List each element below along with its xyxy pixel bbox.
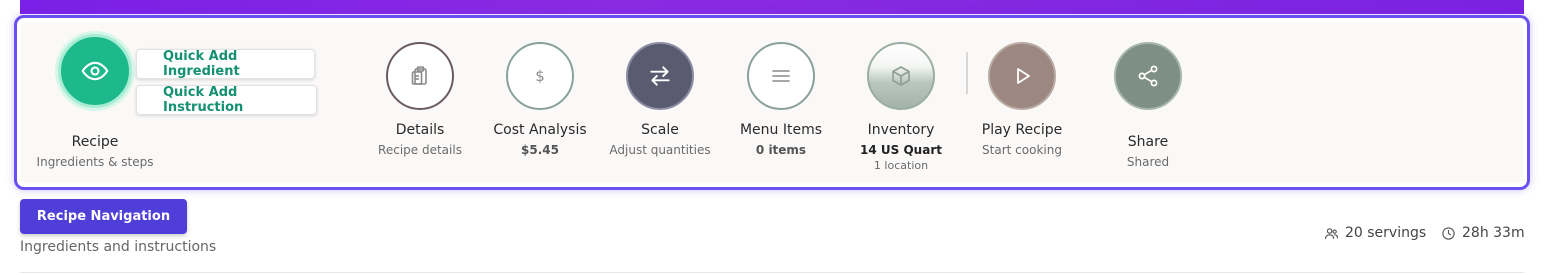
recipe-navigation-button[interactable]: Recipe Navigation (20, 199, 187, 234)
menu-items-count: 0 items (755, 143, 807, 157)
clock-icon (1442, 226, 1455, 240)
play-recipe-button[interactable] (988, 42, 1056, 110)
share-sub: Shared (1126, 155, 1170, 169)
play-icon (1017, 68, 1030, 84)
cost-analysis-label: Cost Analysis (493, 122, 587, 138)
time-text: 28h 33m (1462, 225, 1525, 241)
recipe-sub: Ingredients & steps (36, 155, 154, 169)
time-info: 28h 33m (1441, 225, 1525, 241)
play-recipe-sub: Start cooking (982, 143, 1062, 157)
recipe-navigation-description: Ingredients and instructions (20, 239, 217, 255)
cost-analysis-button[interactable]: $ (506, 42, 574, 110)
users-icon (1325, 227, 1338, 239)
menu-items-label: Menu Items (739, 122, 823, 138)
details-sub: Recipe details (378, 143, 462, 157)
quick-add-ingredient-label: Quick Add Ingredient (163, 49, 240, 79)
details-label: Details (395, 122, 445, 138)
details-button[interactable] (386, 42, 454, 110)
inventory-quantity: 14 US Quart (860, 143, 942, 157)
quick-add-instruction-label: Quick Add Instruction (163, 85, 244, 115)
menu-lines-icon (772, 70, 790, 82)
quick-add-instruction-button[interactable]: Quick Add Instruction (136, 85, 317, 115)
scale-label: Scale (641, 122, 679, 138)
play-recipe-label: Play Recipe (981, 122, 1063, 138)
top-accent-bar (20, 0, 1524, 14)
quick-add-ingredient-button[interactable]: Quick Add Ingredient (136, 49, 315, 79)
swap-arrows-icon (650, 66, 670, 86)
bottom-divider (20, 272, 1524, 273)
share-button[interactable] (1114, 42, 1182, 110)
share-icon (1138, 65, 1158, 87)
menu-items-button[interactable] (747, 42, 815, 110)
recipe-label: Recipe (71, 134, 119, 150)
box-icon (892, 66, 910, 86)
servings-text: 20 servings (1345, 225, 1427, 241)
inventory-locations: 1 location (873, 159, 929, 172)
recipe-view-button[interactable] (58, 34, 132, 108)
cost-analysis-value: $5.45 (521, 143, 559, 157)
dollar-icon: $ (535, 67, 545, 85)
scale-button[interactable] (626, 42, 694, 110)
servings-info: 20 servings (1324, 225, 1426, 241)
eye-icon (81, 61, 109, 81)
inventory-label: Inventory (867, 122, 935, 138)
clipboard-icon (411, 66, 427, 85)
section-divider (966, 52, 968, 94)
scale-sub: Adjust quantities (609, 143, 711, 157)
recipe-navigation-label: Recipe Navigation (36, 209, 171, 224)
share-label: Share (1127, 134, 1169, 150)
inventory-button[interactable] (867, 42, 935, 110)
